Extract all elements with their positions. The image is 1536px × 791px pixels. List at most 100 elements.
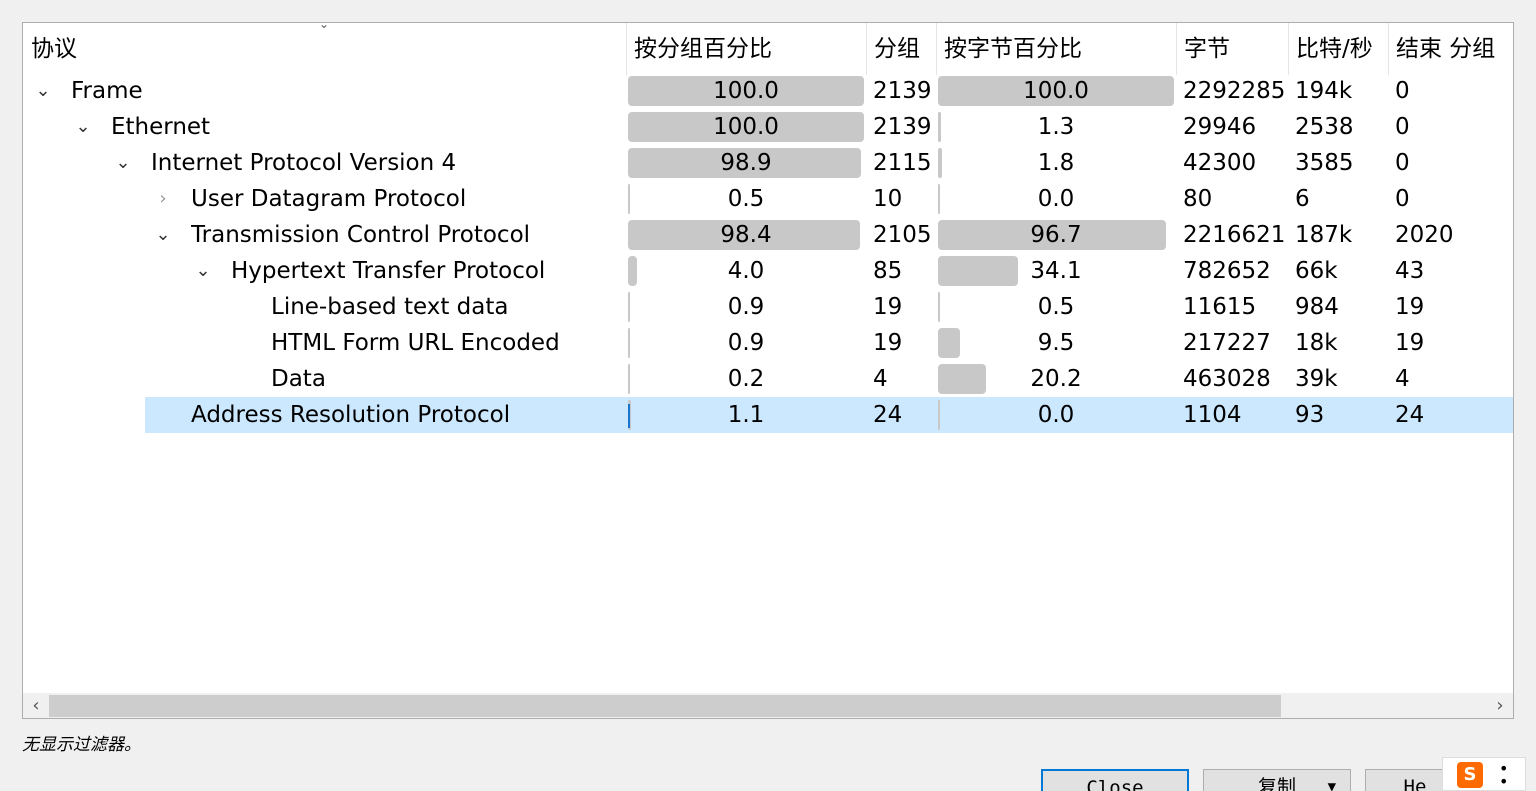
protocol-name: Ethernet [111,114,211,140]
column-header-bar: 协议 按分组百分比 分组 按字节百分比 字节 比特/秒 结束 分组 [23,23,1513,75]
close-button[interactable]: Close [1041,769,1189,791]
scrollbar-thumb[interactable] [49,695,1281,717]
column-header-bytes[interactable]: 字节 [1176,23,1288,75]
percent-bytes-cell: 1.3 [938,109,1174,145]
protocol-name: User Datagram Protocol [191,186,467,212]
percent-packets-value: 4.0 [727,258,765,284]
end-packets-value: 24 [1395,402,1425,428]
percent-packets-cell: 4.0 [628,253,864,289]
percent-packets-cell: 0.2 [628,361,864,397]
column-header-packets[interactable]: 分组 [866,23,936,75]
bytes-value: 2216621 [1183,222,1286,248]
chevron-right-icon[interactable]: › [151,181,175,217]
bits-per-second-value: 6 [1295,186,1310,212]
status-text: 无显示过滤器。 [22,735,141,755]
percent-packets-value: 100.0 [713,78,779,104]
dropdown-arrow-icon[interactable]: ▼ [1328,770,1336,791]
percent-bytes-value: 1.3 [1037,114,1075,140]
horizontal-scrollbar[interactable]: ‹ › [23,693,1513,718]
percent-packets-cell: 98.4 [628,217,864,253]
tree-row[interactable]: HTML Form URL Encoded 0.9 19 9.5 217227 18k 19 [23,325,1513,361]
ime-menu-icon[interactable]: • • [1499,761,1508,790]
bits-per-second-value: 93 [1295,402,1325,428]
percent-packets-cell: 98.9 [628,145,864,181]
tree-row[interactable]: ⌄ Ethernet 100.0 2139 1.3 29946 2538 0 [23,109,1513,145]
copy-button[interactable]: 复制 ▼ [1203,769,1351,791]
end-packets-value: 0 [1395,78,1410,104]
bytes-value: 42300 [1183,150,1257,176]
column-header-percent-bytes[interactable]: 按字节百分比 [936,23,1176,75]
percent-bytes-value: 34.1 [1030,258,1082,284]
percent-packets-cell: 100.0 [628,73,864,109]
scroll-left-icon[interactable]: ‹ [23,693,49,718]
protocol-name: Frame [71,78,143,104]
packets-value: 24 [873,402,903,428]
bytes-value: 782652 [1183,258,1271,284]
bytes-value: 1104 [1183,402,1242,428]
protocol-name: Address Resolution Protocol [191,402,511,428]
ime-logo-icon[interactable]: S [1457,762,1483,788]
percent-bytes-value: 9.5 [1037,330,1075,356]
percent-bytes-value: 0.5 [1037,294,1075,320]
percent-packets-value: 100.0 [713,114,779,140]
percent-bytes-value: 20.2 [1030,366,1082,392]
tree-row[interactable]: Line-based text data 0.9 19 0.5 11615 984 19 [23,289,1513,325]
percent-packets-value: 1.1 [727,402,765,428]
end-packets-value: 0 [1395,186,1410,212]
packets-value: 2105 [873,222,932,248]
end-packets-value: 43 [1395,258,1425,284]
packets-value: 2139 [873,78,932,104]
percent-packets-cell: 0.9 [628,325,864,361]
bytes-value: 463028 [1183,366,1271,392]
end-packets-value: 19 [1395,294,1425,320]
tree-row[interactable]: ⌄ Hypertext Transfer Protocol 4.0 85 34.1 782… [23,253,1513,289]
percent-bytes-cell: 100.0 [938,73,1174,109]
tree-row[interactable]: › User Datagram Protocol 0.5 10 0.0 80 6 0 [23,181,1513,217]
percent-bytes-cell: 0.0 [938,397,1174,433]
percent-packets-value: 98.4 [720,222,772,248]
tree-row[interactable]: ⌄ Transmission Control Protocol 98.4 2105 96… [23,217,1513,253]
tree-row[interactable]: Data 0.2 4 20.2 463028 39k 4 [23,361,1513,397]
bytes-value: 80 [1183,186,1213,212]
bits-per-second-value: 66k [1295,258,1338,284]
percent-packets-value: 98.9 [720,150,772,176]
protocol-name: Hypertext Transfer Protocol [231,258,546,284]
bytes-value: 217227 [1183,330,1271,356]
protocol-name: Internet Protocol Version 4 [151,150,457,176]
chevron-down-icon[interactable]: ⌄ [111,145,135,181]
column-header-end-packets[interactable]: 结束 分组 [1388,23,1513,75]
percent-bytes-cell: 0.0 [938,181,1174,217]
bytes-value: 11615 [1183,294,1257,320]
column-header-protocol[interactable]: 协议 [23,23,626,75]
percent-packets-value: 0.2 [727,366,765,392]
percent-bytes-cell: 96.7 [938,217,1174,253]
percent-packets-cell: 0.5 [628,181,864,217]
percent-bytes-value: 0.0 [1037,402,1075,428]
percent-packets-value: 0.5 [727,186,765,212]
chevron-down-icon[interactable]: ⌄ [191,253,215,289]
scroll-right-icon[interactable]: › [1487,693,1513,718]
protocol-name: HTML Form URL Encoded [271,330,560,356]
ime-toolbar[interactable]: S • • [1442,757,1526,791]
chevron-down-icon[interactable]: ⌄ [31,73,55,109]
bytes-value: 29946 [1183,114,1257,140]
bits-per-second-value: 18k [1295,330,1338,356]
end-packets-value: 4 [1395,366,1410,392]
tree-row[interactable]: Address Resolution Protocol 1.1 24 0.0 1104 9… [23,397,1513,433]
tree-row[interactable]: ⌄ Frame 100.0 2139 100.0 2292285 194k 0 [23,73,1513,109]
chevron-down-icon[interactable]: ⌄ [151,217,175,253]
protocol-name: Transmission Control Protocol [191,222,531,248]
percent-bytes-cell: 1.8 [938,145,1174,181]
end-packets-value: 0 [1395,150,1410,176]
column-header-percent-packets[interactable]: 按分组百分比 [626,23,866,75]
percent-packets-value: 0.9 [727,294,765,320]
help-button-label: He [1403,776,1427,791]
protocol-hierarchy-tree[interactable]: ⌄ 协议 按分组百分比 分组 按字节百分比 字节 比特/秒 结束 分组 ⌄ Fra… [22,22,1514,719]
tree-row[interactable]: ⌄ Internet Protocol Version 4 98.9 2115 1.8 4… [23,145,1513,181]
packets-value: 85 [873,258,903,284]
percent-bytes-cell: 20.2 [938,361,1174,397]
bits-per-second-value: 187k [1295,222,1353,248]
chevron-down-icon[interactable]: ⌄ [71,109,95,145]
column-header-bits-per-second[interactable]: 比特/秒 [1288,23,1388,75]
bytes-value: 2292285 [1183,78,1286,104]
